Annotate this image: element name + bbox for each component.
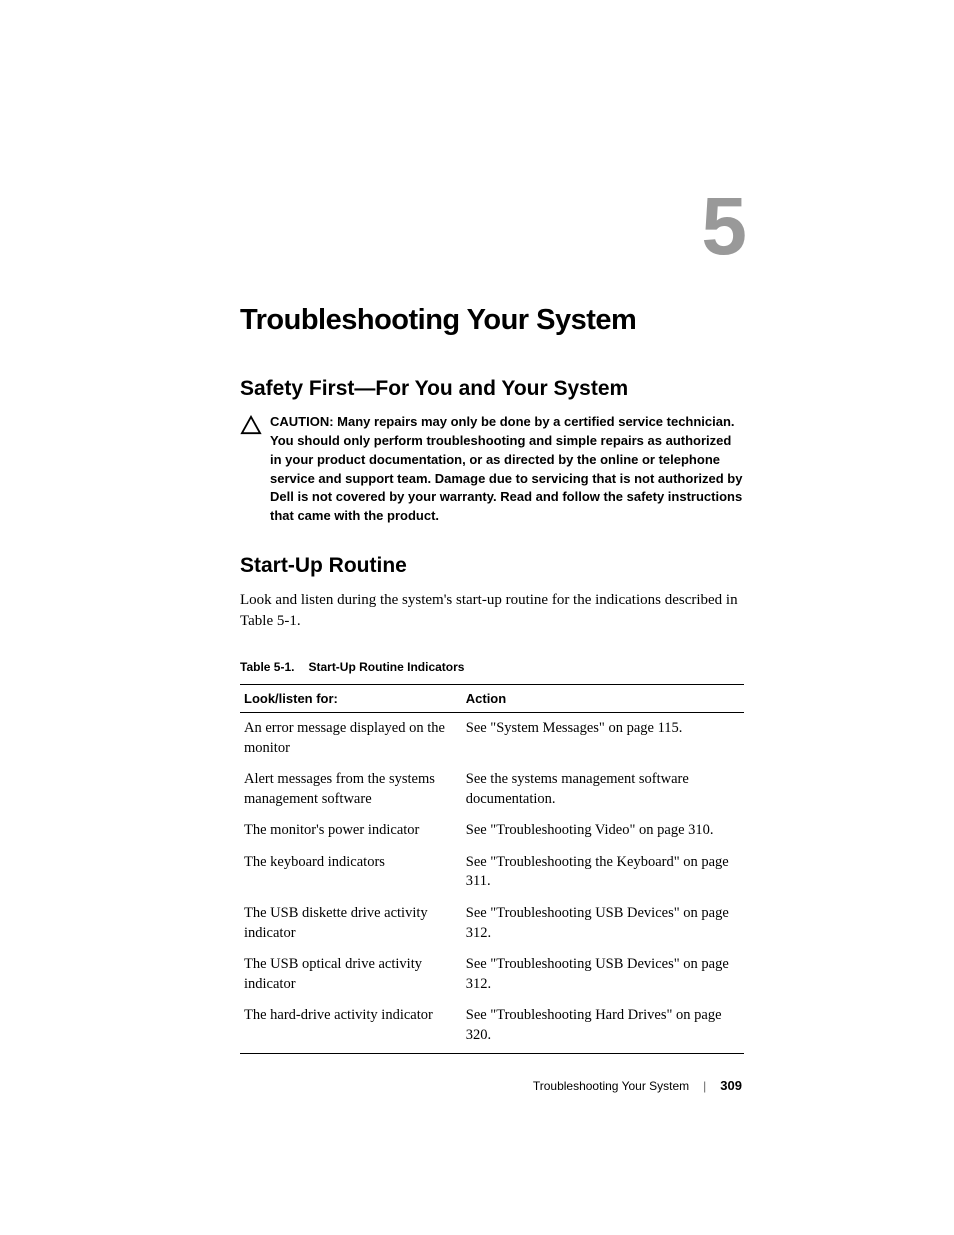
footer-page-number: 309 (720, 1078, 742, 1093)
table-caption: Table 5-1. Start-Up Routine Indicators (240, 660, 744, 674)
caution-text: CAUTION: Many repairs may only be done b… (270, 413, 744, 526)
chapter-number: 5 (240, 180, 744, 274)
caution-body: Many repairs may only be done by a certi… (270, 414, 742, 523)
table-title: Start-Up Routine Indicators (308, 660, 464, 674)
table-cell-look: The USB optical drive activity indicator (240, 949, 462, 1000)
table-cell-look: The monitor's power indicator (240, 815, 462, 847)
table-cell-action: See "Troubleshooting Hard Drives" on pag… (462, 1000, 744, 1054)
section-startup-heading: Start-Up Routine (240, 554, 744, 578)
table-row: The keyboard indicators See "Troubleshoo… (240, 847, 744, 898)
table-cell-action: See "Troubleshooting Video" on page 310. (462, 815, 744, 847)
table-cell-look: An error message displayed on the monito… (240, 713, 462, 765)
table-header-look: Look/listen for: (240, 685, 462, 713)
table-cell-look: The hard-drive activity indicator (240, 1000, 462, 1054)
table-cell-action: See "System Messages" on page 115. (462, 713, 744, 765)
caution-block: CAUTION: Many repairs may only be done b… (240, 413, 744, 526)
table-cell-action: See "Troubleshooting the Keyboard" on pa… (462, 847, 744, 898)
caution-triangle-icon (240, 415, 262, 435)
table-header-action: Action (462, 685, 744, 713)
table-cell-action: See the systems management software docu… (462, 764, 744, 815)
table-row: The USB optical drive activity indicator… (240, 949, 744, 1000)
footer-title: Troubleshooting Your System (533, 1079, 689, 1093)
table-row: Alert messages from the systems manageme… (240, 764, 744, 815)
page-footer: Troubleshooting Your System | 309 (533, 1078, 742, 1093)
footer-separator: | (703, 1079, 706, 1093)
table-row: The monitor's power indicator See "Troub… (240, 815, 744, 847)
table-cell-action: See "Troubleshooting USB Devices" on pag… (462, 949, 744, 1000)
table-row: The hard-drive activity indicator See "T… (240, 1000, 744, 1054)
table-cell-action: See "Troubleshooting USB Devices" on pag… (462, 898, 744, 949)
table-label: Table 5-1. (240, 660, 294, 674)
table-cell-look: The keyboard indicators (240, 847, 462, 898)
section-safety-heading: Safety First—For You and Your System (240, 377, 744, 401)
caution-label: CAUTION: (270, 414, 337, 429)
table-row: The USB diskette drive activity indicato… (240, 898, 744, 949)
table-cell-look: Alert messages from the systems manageme… (240, 764, 462, 815)
chapter-title: Troubleshooting Your System (240, 304, 744, 337)
startup-body-text: Look and listen during the system's star… (240, 590, 744, 632)
table-header-row: Look/listen for: Action (240, 685, 744, 713)
table-cell-look: The USB diskette drive activity indicato… (240, 898, 462, 949)
indicators-table: Look/listen for: Action An error message… (240, 684, 744, 1054)
table-row: An error message displayed on the monito… (240, 713, 744, 765)
